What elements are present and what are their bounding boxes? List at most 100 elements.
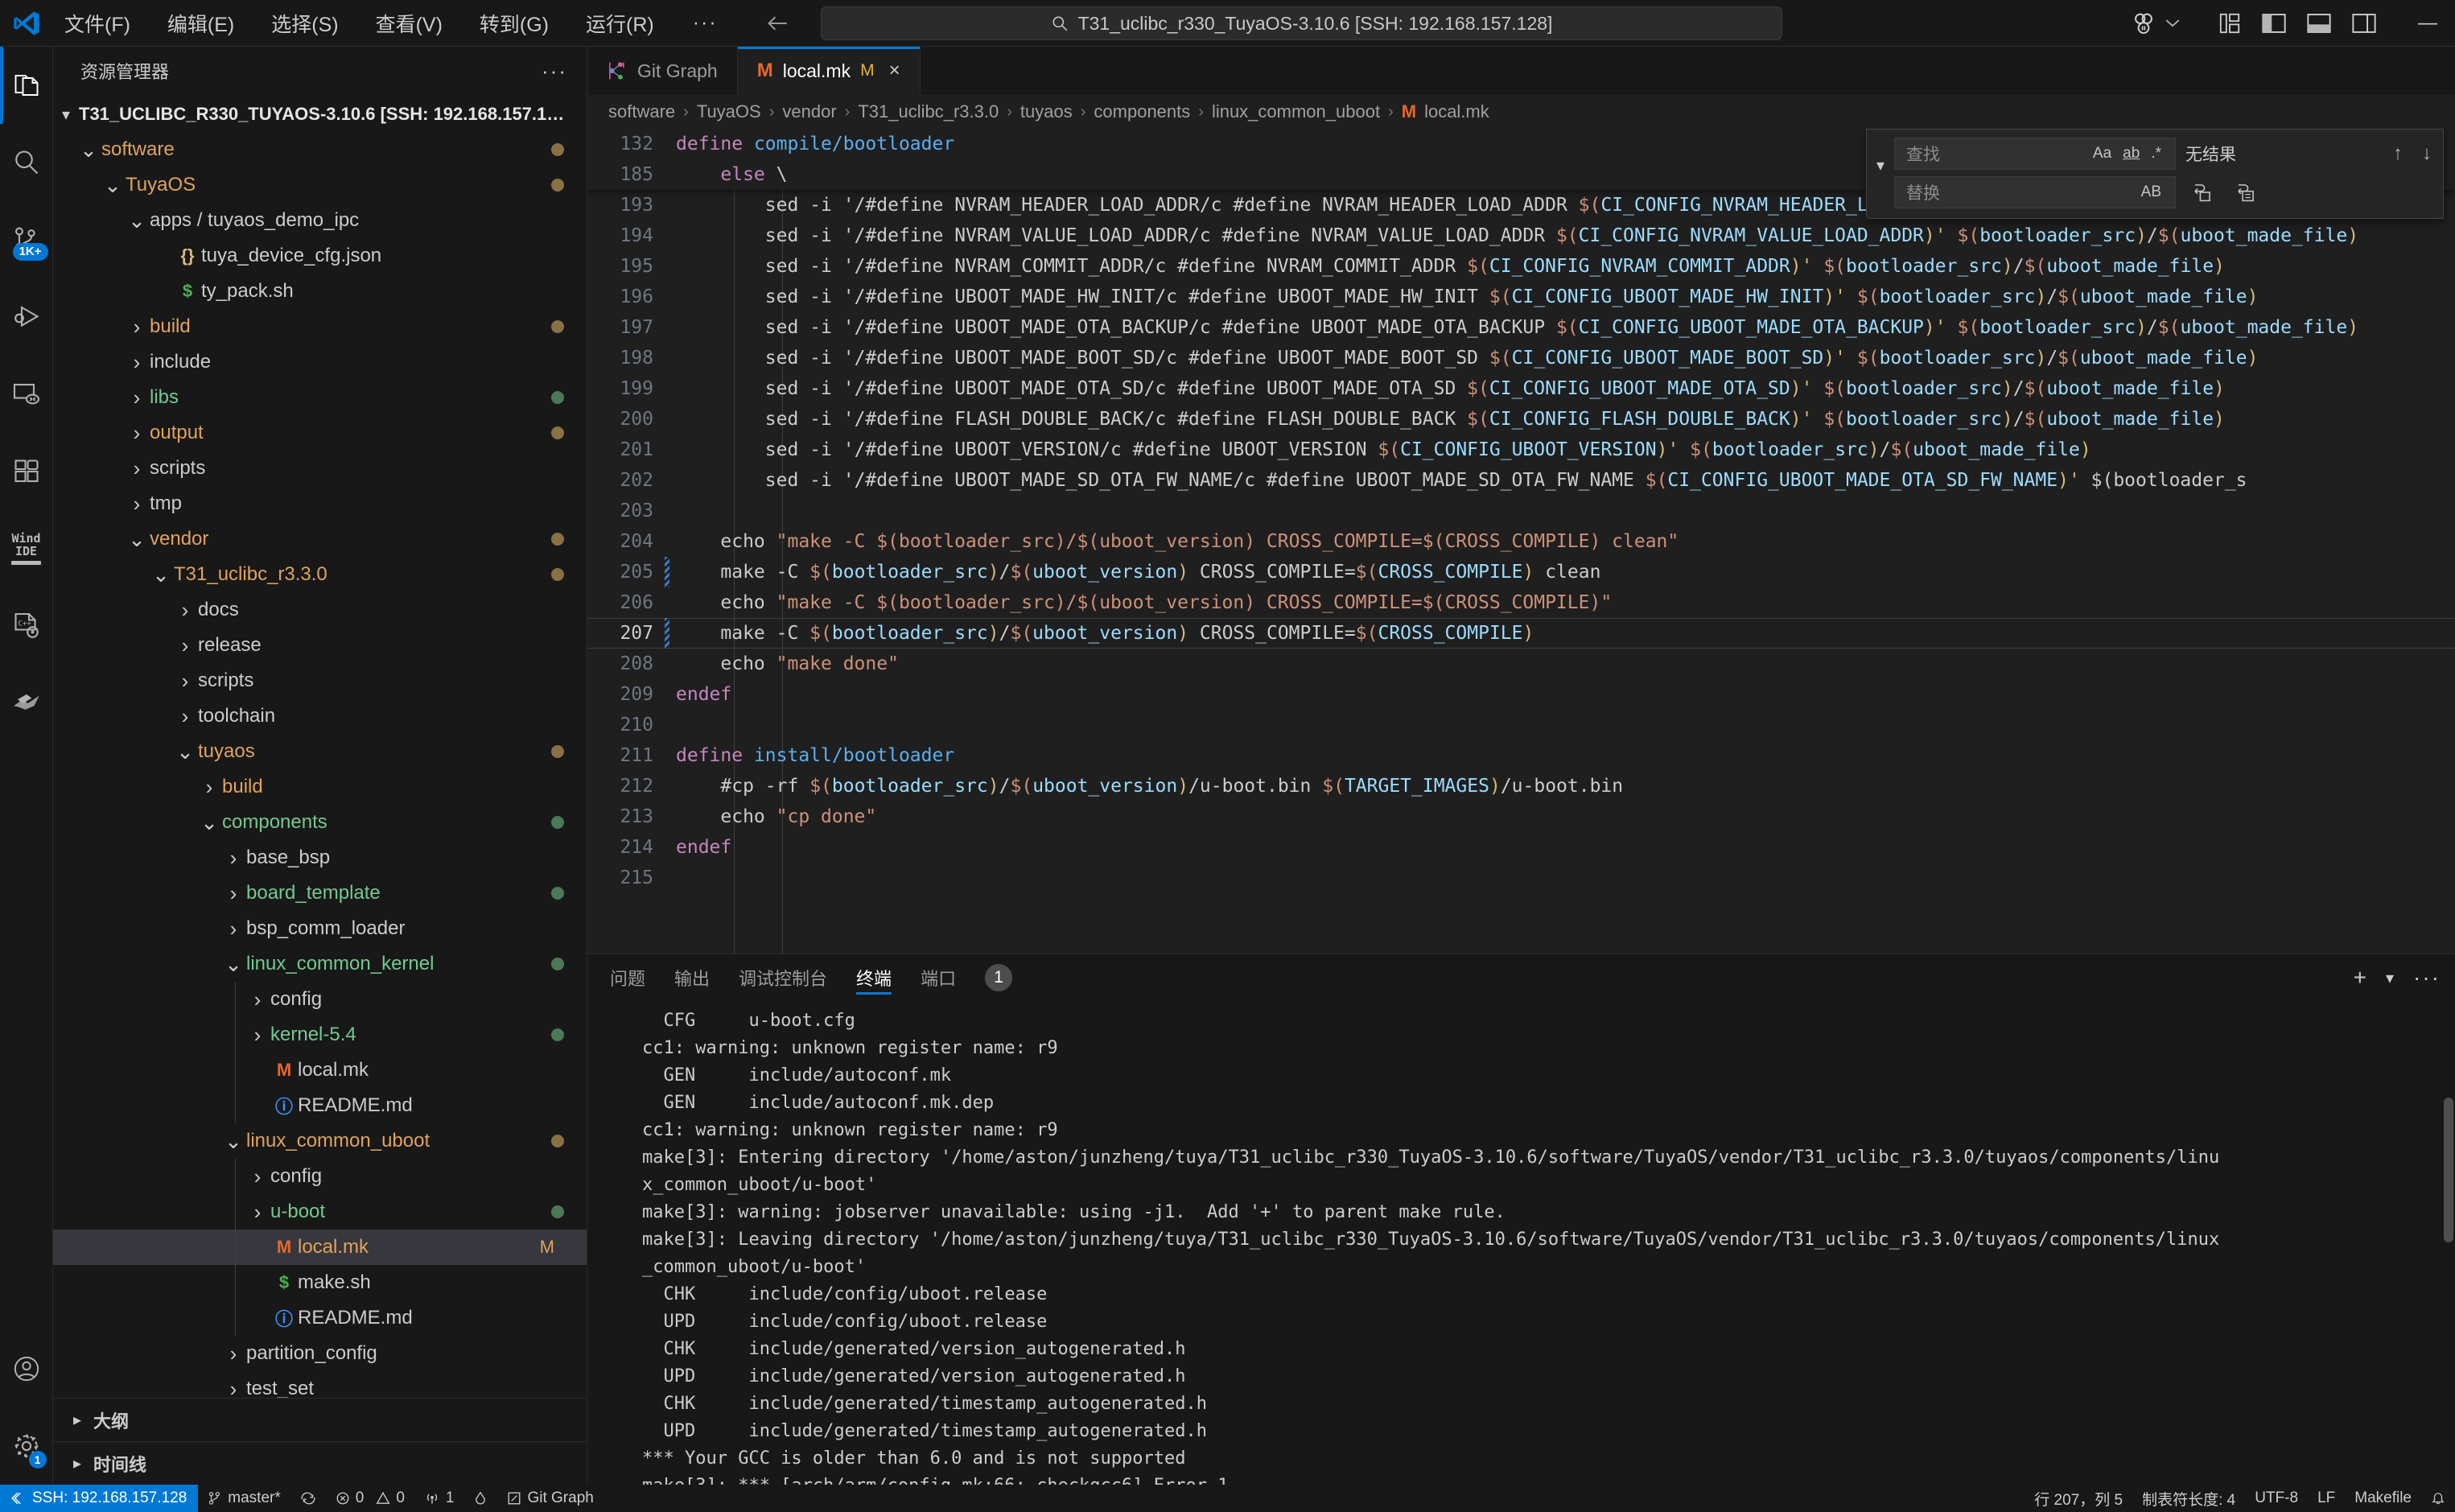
tree-item-t31-uclibc-r3-3-0[interactable]: ⌄ T31_uclibc_r3.3.0 [53, 557, 587, 592]
file-tree[interactable]: ▾ T31_UCLIBC_R330_TUYAOS-3.10.6 [SSH: 19… [53, 95, 587, 1398]
breadcrumb-item[interactable]: components [1094, 101, 1190, 122]
tab-problems[interactable]: 问题 [610, 954, 645, 1001]
sidebar-item-accounts[interactable] [0, 1330, 53, 1407]
customize-layout-icon[interactable] [2218, 12, 2241, 35]
code-line[interactable]: 200 sed -i '/#define FLASH_DOUBLE_BACK/c… [587, 404, 2455, 435]
tab-ports[interactable]: 端口 [921, 954, 956, 1001]
tree-item-base-bsp[interactable]: › base_bsp [53, 840, 587, 875]
code-line[interactable]: 204 echo "make -C $(bootloader_src)/$(ub… [587, 526, 2455, 557]
menu-go[interactable]: 转到(G) [473, 6, 555, 41]
tab-terminal[interactable]: 终端 [856, 954, 892, 1001]
status-cursor-position[interactable]: 行 207，列 5 [2025, 1485, 2132, 1512]
breadcrumb-item[interactable]: T31_uclibc_r3.3.0 [858, 101, 999, 122]
menu-view[interactable]: 查看(V) [369, 6, 449, 41]
breadcrumb-item[interactable]: tuyaos [1020, 101, 1073, 122]
tree-item-config[interactable]: › config [53, 982, 587, 1017]
tree-item-components[interactable]: ⌄ components [53, 805, 587, 840]
menu-edit[interactable]: 编辑(E) [161, 6, 241, 41]
close-icon[interactable]: × [889, 60, 900, 82]
status-errors-warnings[interactable]: 0 0 [326, 1485, 414, 1512]
code-line[interactable]: 207 make -C $(bootloader_src)/$(uboot_ve… [587, 618, 2455, 649]
replace-icon[interactable] [2185, 182, 2219, 203]
sidebar-item-source-control[interactable]: 1K+ [0, 201, 53, 278]
menu-more-button[interactable]: ··· [685, 11, 726, 35]
tree-item-linux-common-uboot[interactable]: ⌄ linux_common_uboot [53, 1123, 587, 1159]
search-input[interactable]: 查找 Aa ab .* [1894, 138, 2176, 170]
tree-item-tuyaos[interactable]: ⌄ tuyaos [53, 734, 587, 769]
breadcrumb-item[interactable]: local.mk [1424, 101, 1489, 122]
tree-item-linux-common-kernel[interactable]: ⌄ linux_common_kernel [53, 946, 587, 982]
status-eol[interactable]: LF [2308, 1485, 2345, 1512]
toggle-primary-sidebar-icon[interactable] [2262, 13, 2286, 34]
code-line[interactable]: 203 [587, 496, 2455, 526]
tree-item-tuyaos[interactable]: ⌄ TuyaOS [53, 167, 587, 203]
code-line[interactable]: 202 sed -i '/#define UBOOT_MADE_SD_OTA_F… [587, 465, 2455, 496]
arrow-left-icon[interactable] [764, 13, 790, 34]
replace-input[interactable]: 替换 AB [1894, 176, 2176, 208]
chevron-down-icon[interactable]: ▾ [2386, 968, 2394, 988]
tree-item-build[interactable]: › build [53, 769, 587, 805]
tab-output[interactable]: 输出 [674, 954, 710, 1001]
tree-item-release[interactable]: › release [53, 628, 587, 663]
status-sync[interactable] [290, 1485, 326, 1512]
tree-item-tmp[interactable]: › tmp [53, 486, 587, 521]
sidebar-item-remote-explorer[interactable] [0, 356, 53, 433]
status-ports[interactable]: 1 [414, 1485, 464, 1512]
status-notifications[interactable] [2421, 1485, 2455, 1512]
tree-item-bsp-comm-loader[interactable]: › bsp_comm_loader [53, 911, 587, 946]
code-line[interactable]: 209 endef [587, 679, 2455, 710]
code-line[interactable]: 198 sed -i '/#define UBOOT_MADE_BOOT_SD/… [587, 343, 2455, 373]
find-replace-widget[interactable]: ▾ 查找 Aa ab .* 无结果 ↑ ↓ 替换 AB [1866, 129, 2444, 219]
tree-item-software[interactable]: ⌄ software [53, 132, 587, 167]
use-regex-icon[interactable]: .* [2145, 145, 2167, 163]
command-center[interactable]: T31_uclibc_r330_TuyaOS-3.10.6 [SSH: 192.… [821, 6, 1782, 40]
code-editor[interactable]: 132 define compile/bootloader 185 else \ 1… [587, 129, 2455, 954]
terminal-scrollbar[interactable] [2444, 1098, 2453, 1242]
match-case-icon[interactable]: Aa [2087, 145, 2117, 163]
sidebar-item-extensions[interactable] [0, 433, 53, 510]
tree-root-row[interactable]: ▾ T31_UCLIBC_R330_TUYAOS-3.10.6 [SSH: 19… [53, 97, 587, 132]
code-line[interactable]: 196 sed -i '/#define UBOOT_MADE_HW_INIT/… [587, 282, 2455, 312]
code-line[interactable]: 208 echo "make done" [587, 649, 2455, 679]
arrow-down-icon[interactable]: ↓ [2417, 142, 2436, 165]
code-line[interactable]: 212 #cp -rf $(bootloader_src)/$(uboot_ve… [587, 771, 2455, 801]
tree-item-local-mk[interactable]: Mlocal.mk [53, 1053, 587, 1088]
tab-git-graph[interactable]: Git Graph [587, 47, 738, 95]
terminal-output[interactable]: CFG u-boot.cfg cc1: warning: unknown regi… [587, 1001, 2455, 1485]
tree-item-make-sh[interactable]: $ make.sh [53, 1265, 587, 1300]
add-terminal-icon[interactable]: + [2354, 965, 2366, 991]
status-remote-indicator[interactable]: SSH: 192.168.157.128 [0, 1485, 199, 1512]
tree-item-output[interactable]: › output [53, 415, 587, 451]
tree-item-ty-pack-sh[interactable]: $ ty_pack.sh [53, 274, 587, 309]
status-indentation[interactable]: 制表符长度: 4 [2132, 1485, 2245, 1512]
tree-item-board-template[interactable]: › board_template [53, 875, 587, 911]
tree-item-local-mk[interactable]: Mlocal.mk M [53, 1230, 587, 1265]
status-language-mode[interactable]: Makefile [2345, 1485, 2421, 1512]
status-branch[interactable]: master* [198, 1485, 290, 1512]
more-actions-icon[interactable]: ··· [2413, 965, 2441, 991]
code-line[interactable]: 205 make -C $(bootloader_src)/$(uboot_ve… [587, 557, 2455, 587]
code-line[interactable]: 210 [587, 710, 2455, 740]
code-line[interactable]: 206 echo "make -C $(bootloader_src)/$(ub… [587, 587, 2455, 618]
tree-item-partition-config[interactable]: › partition_config [53, 1336, 587, 1371]
toggle-secondary-sidebar-icon[interactable] [2352, 13, 2376, 34]
arrow-up-icon[interactable]: ↑ [2388, 142, 2408, 165]
sidebar-item-run-and-debug[interactable] [0, 278, 53, 356]
tree-item-readme-md[interactable]: ⓘ README.md [53, 1300, 587, 1336]
tree-item-u-boot[interactable]: › u-boot [53, 1194, 587, 1230]
breadcrumb-item[interactable]: software [608, 101, 675, 122]
sidebar-item-wind-ide[interactable]: Wind IDE [0, 510, 53, 587]
tree-item-libs[interactable]: › libs [53, 380, 587, 415]
minimize-button[interactable]: — [2400, 0, 2455, 47]
toggle-panel-icon[interactable] [2307, 13, 2331, 34]
status-flame[interactable] [463, 1485, 497, 1512]
breadcrumb[interactable]: software › TuyaOS › vendor › T31_uclibc_r3.3.0… [587, 95, 2455, 129]
sidebar-item-tuya-plugin[interactable] [0, 665, 53, 742]
tab-local-mk[interactable]: M local.mk M × [737, 47, 921, 95]
status-encoding[interactable]: UTF-8 [2245, 1485, 2308, 1512]
tree-item-scripts[interactable]: › scripts [53, 663, 587, 698]
tree-item-config[interactable]: › config [53, 1159, 587, 1194]
tree-item-scripts[interactable]: › scripts [53, 451, 587, 486]
menu-run[interactable]: 运行(R) [579, 6, 661, 41]
tree-item-toolchain[interactable]: › toolchain [53, 698, 587, 734]
